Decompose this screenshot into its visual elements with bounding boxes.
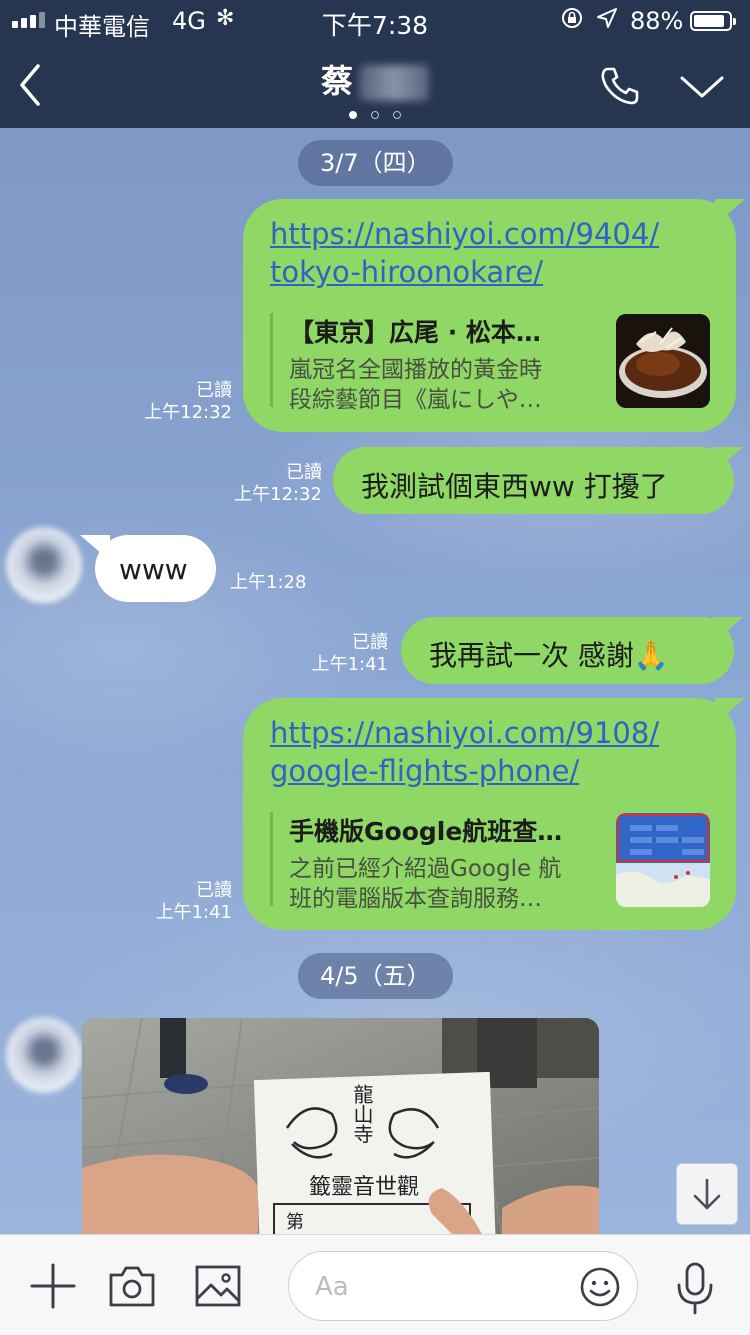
preview-desc-line: 嵐冠名全國播放的黃金時 [289,357,542,383]
microphone-icon [677,1262,713,1315]
message-link[interactable]: tokyo-hiroonokare/ [270,253,659,291]
message-time: 上午12:32 [234,484,322,505]
page-dot [349,111,357,119]
photo-title-text: 籤靈音世觀 [309,1175,419,1200]
photo-image: 龍山寺 籤靈音世觀 第 [82,1018,599,1234]
message-text: 我測試個東西ww 打擾了 [361,470,668,503]
preview-desc-line: 段綜藝節目《嵐にしや… [289,387,542,413]
preview-title: 手機版Google航班查… [289,817,563,846]
scroll-to-bottom-button[interactable] [676,1163,738,1225]
message-time: 上午1:41 [311,654,388,675]
rotation-lock-icon [561,7,583,35]
menu-dropdown-button[interactable] [678,70,726,104]
phone-icon [601,67,639,105]
outgoing-message[interactable]: 我測試個東西ww 打擾了 [333,447,734,514]
photo-col-text: 第 [286,1212,304,1233]
message-input[interactable] [313,1268,557,1306]
date-separator: 3/7（四） [298,140,453,186]
avatar[interactable] [6,527,82,603]
preview-desc-line: 之前已經介紹過Google 航 [289,856,562,882]
message-link[interactable]: https://nashiyoi.com/9108/ [270,714,659,752]
camera-icon [109,1266,155,1307]
page-dot [371,111,379,119]
preview-thumbnail [616,314,710,408]
preview-desc-line: 班的電腦版本查詢服務… [289,886,542,912]
message-time: 上午1:28 [230,572,307,593]
message-meta: 已讀 上午1:41 [130,880,232,924]
preview-title: 【東京】広尾 · 松本… [289,318,541,347]
emoji-button[interactable] [579,1266,621,1308]
link-preview-card[interactable]: 手機版Google航班查… 之前已經介紹過Google 航 班的電腦版本查詢服務… [270,812,599,912]
camera-button[interactable] [107,1261,157,1311]
voice-button[interactable] [670,1261,720,1315]
location-icon [596,7,618,35]
call-button[interactable] [598,64,642,108]
message-link[interactable]: google-flights-phone/ [270,752,659,790]
message-time: 上午12:32 [144,402,232,423]
message-time: 上午1:41 [155,902,232,923]
outgoing-link-message[interactable]: https://nashiyoi.com/9404/ tokyo-hiroono… [243,199,736,432]
read-receipt: 已讀 [352,632,388,653]
message-meta: 已讀 上午1:41 [300,632,388,676]
image-icon [195,1265,241,1307]
composer-bar [0,1234,750,1335]
preview-description: 嵐冠名全國播放的黃金時 段綜藝節目《嵐にしや… [289,355,599,415]
read-receipt: 已讀 [286,462,322,483]
message-text: www [119,553,188,586]
contact-name-text: 蔡 [320,62,353,100]
battery-icon [690,11,736,31]
message-meta: 已讀 上午12:32 [130,380,232,424]
add-button[interactable] [28,1261,78,1311]
header: 中華電信 4G ✻ 下午7:38 88% 蔡 [0,0,750,128]
preview-description: 之前已經介紹過Google 航 班的電腦版本查詢服務… [289,854,599,914]
incoming-message[interactable]: www [95,535,216,602]
link-preview-card[interactable]: 【東京】広尾 · 松本… 嵐冠名全國播放的黃金時 段綜藝節目《嵐にしや… [270,313,599,413]
preview-thumbnail [616,813,710,907]
message-text: 我再試一次 感謝🙏 [429,639,669,672]
date-separator: 4/5（五） [298,953,453,999]
outgoing-link-message[interactable]: https://nashiyoi.com/9108/ google-flight… [243,698,736,930]
read-receipt: 已讀 [196,380,232,401]
message-input-box[interactable] [288,1251,638,1321]
photo-temple-text: 龍山寺 [350,1084,374,1144]
photo-message[interactable]: 龍山寺 籤靈音世觀 第 [82,1018,599,1234]
message-link[interactable]: https://nashiyoi.com/9404/ [270,215,659,253]
blurred-name [359,65,429,101]
outgoing-message[interactable]: 我再試一次 感謝🙏 [401,617,734,684]
message-meta: 已讀 上午12:32 [222,462,322,506]
gallery-button[interactable] [193,1261,243,1311]
emoji-icon [580,1267,620,1307]
battery-percent: 88% [630,7,684,35]
arrow-down-icon [693,1178,721,1210]
read-receipt: 已讀 [196,880,232,901]
plus-icon [30,1263,76,1309]
chevron-down-icon [680,76,724,98]
avatar[interactable] [6,1017,82,1093]
page-dot [393,111,401,119]
status-bar: 中華電信 4G ✻ 下午7:38 88% [0,0,750,41]
